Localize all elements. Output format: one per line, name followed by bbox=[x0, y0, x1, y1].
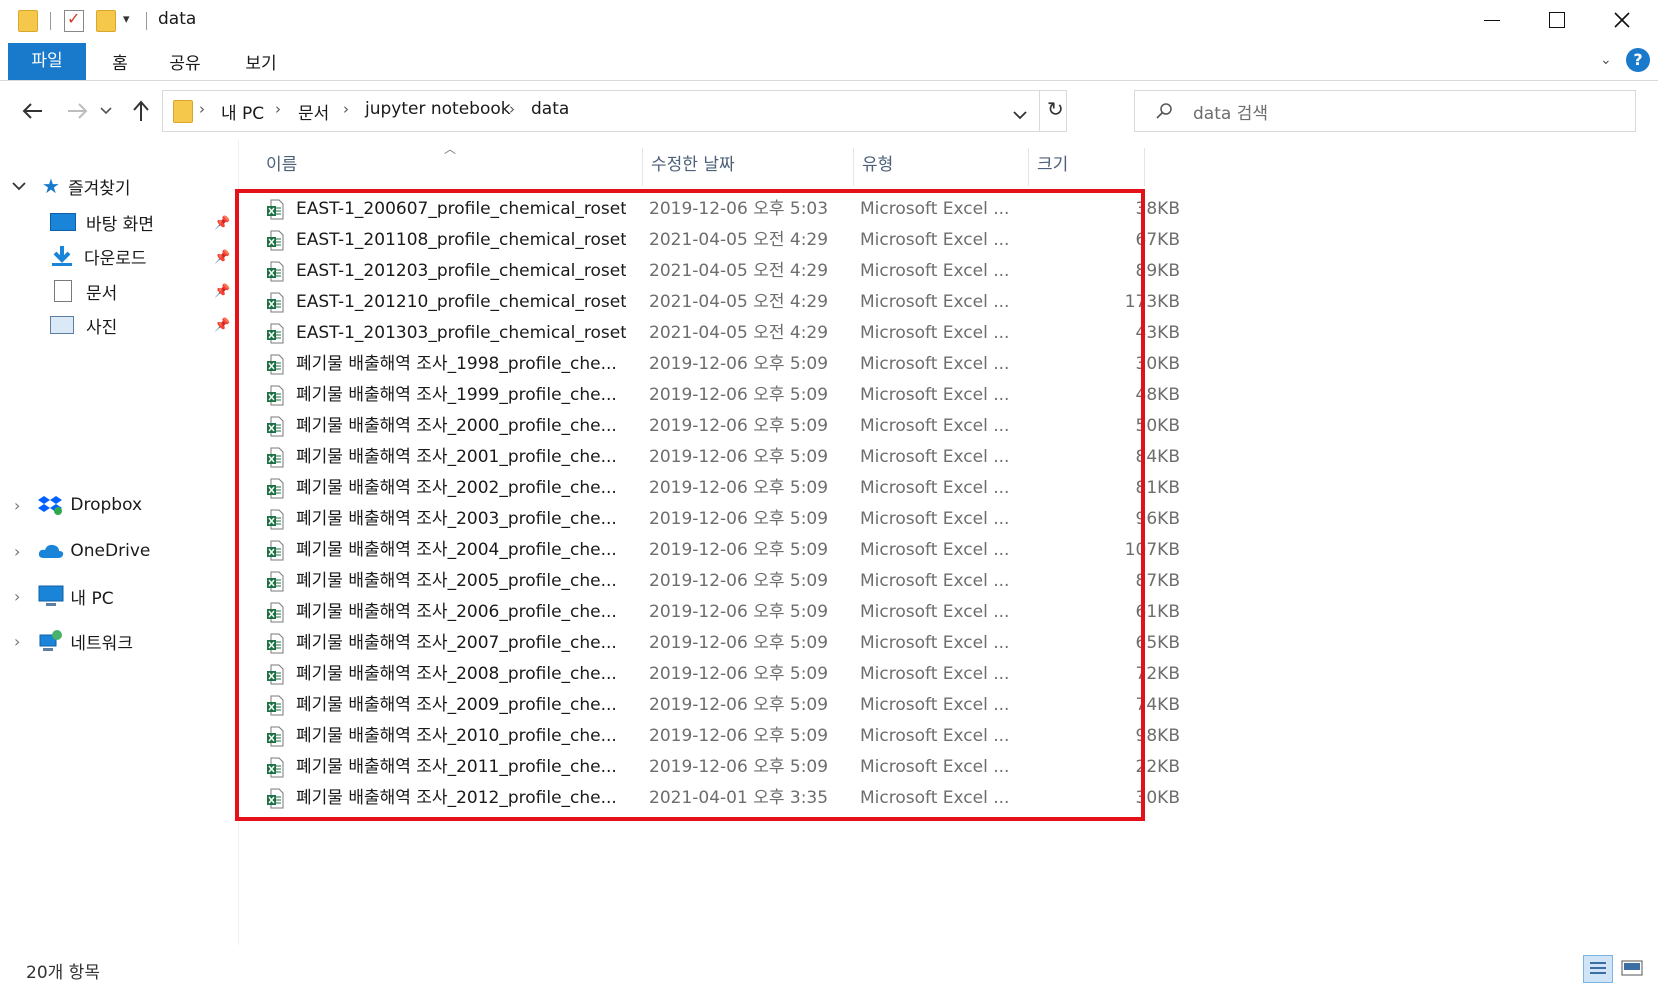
back-button[interactable] bbox=[18, 96, 48, 126]
sidebar-item-label: 네트워크 bbox=[70, 633, 133, 654]
folder-icon bbox=[173, 100, 193, 123]
sidebar-item-label: OneDrive bbox=[70, 541, 151, 561]
column-resize-handle[interactable] bbox=[642, 148, 643, 186]
forward-button[interactable] bbox=[62, 96, 92, 126]
sidebar-item-label: 다운로드 bbox=[84, 248, 147, 269]
sidebar-item-documents[interactable]: 문서 bbox=[50, 276, 117, 306]
sidebar-item-label: 문서 bbox=[86, 283, 118, 304]
cloud-icon bbox=[39, 544, 64, 558]
maximize-icon bbox=[1549, 12, 1565, 28]
up-button[interactable] bbox=[126, 96, 156, 126]
ribbon-tabs: 파일 홈 공유 보기 ⌄ ? bbox=[0, 42, 1658, 81]
sidebar-item-label: Dropbox bbox=[70, 495, 143, 515]
new-folder-icon[interactable] bbox=[96, 10, 116, 32]
tab-home[interactable]: 홈 bbox=[100, 48, 140, 80]
breadcrumb-separator-icon[interactable]: › bbox=[275, 100, 281, 118]
sidebar-item-onedrive[interactable]: › OneDrive bbox=[14, 536, 150, 566]
sidebar-item-downloads[interactable]: 다운로드 bbox=[50, 241, 147, 271]
chevron-down-icon bbox=[100, 107, 112, 115]
chevron-down-icon bbox=[1013, 111, 1027, 120]
arrow-up-icon bbox=[133, 100, 149, 121]
column-resize-handle[interactable] bbox=[853, 148, 854, 186]
desktop-icon bbox=[50, 213, 76, 231]
maximize-button[interactable] bbox=[1527, 0, 1587, 40]
download-icon bbox=[52, 246, 72, 266]
item-count: 20개 항목 bbox=[26, 963, 100, 983]
minimize-icon bbox=[1484, 19, 1500, 21]
highlight-annotation bbox=[235, 189, 1145, 821]
chevron-right-icon: › bbox=[14, 586, 21, 606]
close-button[interactable] bbox=[1592, 0, 1652, 40]
column-resize-handle[interactable] bbox=[1028, 148, 1029, 186]
tab-share[interactable]: 공유 bbox=[160, 48, 210, 80]
arrow-left-icon bbox=[22, 103, 42, 119]
arrow-right-icon bbox=[68, 103, 88, 119]
details-view-button[interactable] bbox=[1583, 955, 1613, 983]
folder-icon bbox=[18, 10, 38, 32]
divider bbox=[50, 12, 51, 30]
computer-icon bbox=[38, 585, 64, 606]
pictures-icon bbox=[50, 316, 74, 334]
sidebar-item-label: 바탕 화면 bbox=[86, 214, 154, 235]
help-icon[interactable]: ? bbox=[1626, 48, 1650, 72]
divider bbox=[146, 12, 147, 30]
expand-ribbon-icon[interactable]: ⌄ bbox=[1600, 52, 1612, 68]
details-view-icon bbox=[1590, 962, 1606, 974]
chevron-right-icon: › bbox=[14, 541, 21, 561]
chevron-right-icon: › bbox=[14, 631, 21, 651]
column-header-size[interactable]: 크기 bbox=[1037, 150, 1137, 180]
divider bbox=[1039, 91, 1040, 131]
column-header-date[interactable]: 수정한 날짜 bbox=[651, 150, 851, 180]
status-bar: 20개 항목 bbox=[0, 950, 1658, 990]
large-icons-view-button[interactable] bbox=[1618, 955, 1646, 981]
sidebar-item-network[interactable]: › 네트워크 bbox=[14, 626, 133, 656]
column-header-name[interactable]: 이름 bbox=[266, 150, 626, 180]
dropbox-icon bbox=[38, 496, 63, 515]
breadcrumb-documents[interactable]: 문서 bbox=[298, 99, 329, 124]
network-icon bbox=[39, 630, 63, 651]
chevron-right-icon: › bbox=[14, 495, 21, 515]
tab-file[interactable]: 파일 bbox=[8, 43, 86, 80]
window-title: data bbox=[158, 9, 197, 29]
close-icon bbox=[1614, 12, 1630, 28]
sidebar-item-dropbox[interactable]: › Dropbox bbox=[14, 490, 142, 520]
sidebar-item-label: 사진 bbox=[86, 317, 118, 338]
address-dropdown-button[interactable] bbox=[1013, 105, 1027, 125]
minimize-button[interactable] bbox=[1462, 0, 1522, 40]
sidebar-item-my-pc[interactable]: › 내 PC bbox=[14, 581, 114, 611]
tab-view[interactable]: 보기 bbox=[236, 48, 286, 80]
properties-icon[interactable]: ✓ bbox=[64, 9, 84, 32]
sidebar-quick-access-label: 즐겨찾기 bbox=[67, 178, 131, 199]
recent-locations-button[interactable] bbox=[96, 96, 116, 126]
breadcrumb-separator-icon[interactable]: › bbox=[343, 100, 349, 118]
sidebar-quick-access[interactable]: ★ 즐겨찾기 bbox=[12, 171, 131, 201]
breadcrumb-jupyter-notebook[interactable]: jupyter notebook bbox=[365, 99, 511, 119]
pin-icon[interactable]: 📌 bbox=[214, 318, 230, 333]
search-placeholder: data 검색 bbox=[1193, 104, 1268, 124]
customize-quick-access-icon[interactable]: ▾ bbox=[123, 12, 130, 27]
column-header-type[interactable]: 유형 bbox=[862, 150, 1012, 180]
breadcrumb-separator-icon[interactable]: › bbox=[509, 100, 515, 118]
pin-icon[interactable]: 📌 bbox=[214, 284, 230, 299]
chevron-down-icon bbox=[12, 182, 26, 191]
search-box[interactable]: data 검색 bbox=[1134, 90, 1636, 132]
pin-icon[interactable]: 📌 bbox=[214, 216, 230, 231]
document-icon bbox=[54, 280, 72, 302]
sidebar-item-desktop[interactable]: 바탕 화면 bbox=[50, 207, 154, 237]
search-icon bbox=[1156, 103, 1172, 119]
breadcrumb-separator-icon[interactable]: › bbox=[199, 100, 205, 118]
pin-icon[interactable]: 📌 bbox=[214, 250, 230, 265]
title-bar: ✓ ▾ data bbox=[0, 0, 1658, 42]
breadcrumb-my-pc[interactable]: 내 PC bbox=[221, 99, 264, 124]
sidebar-item-pictures[interactable]: 사진 bbox=[50, 310, 117, 340]
address-bar[interactable]: › 내 PC › 문서 › jupyter notebook › data ↻ bbox=[162, 90, 1067, 132]
refresh-icon[interactable]: ↻ bbox=[1047, 97, 1064, 121]
large-icons-view-icon bbox=[1621, 960, 1643, 976]
sidebar-item-label: 내 PC bbox=[70, 588, 114, 609]
column-resize-handle[interactable] bbox=[1144, 148, 1145, 186]
breadcrumb-data[interactable]: data bbox=[531, 99, 569, 119]
star-icon: ★ bbox=[42, 174, 60, 198]
